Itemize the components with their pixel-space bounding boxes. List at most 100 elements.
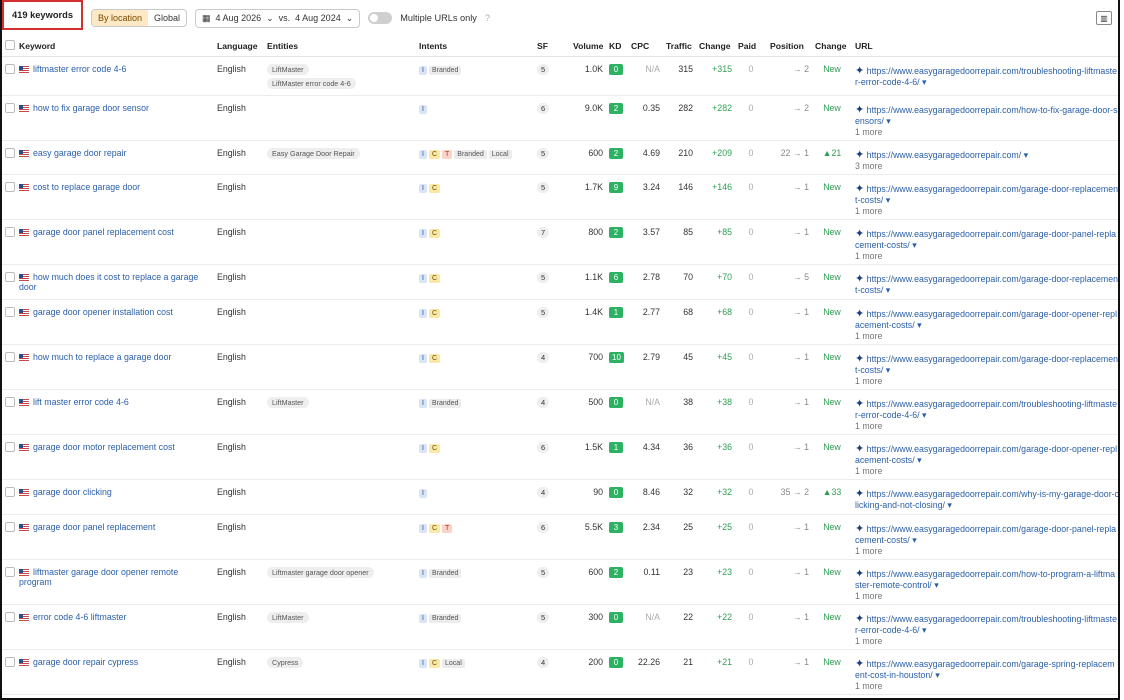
table-row[interactable]: garage door repair cypress English Cypre… bbox=[2, 649, 1118, 695]
row-checkbox[interactable] bbox=[5, 442, 15, 452]
url-link[interactable]: https://www.easygaragedoorrepair.com/gar… bbox=[855, 229, 1116, 250]
more-link[interactable]: 1 more bbox=[855, 251, 1118, 261]
more-link[interactable]: 1 more bbox=[855, 127, 1118, 137]
keyword-link[interactable]: garage door motor replacement cost bbox=[33, 442, 175, 452]
more-link[interactable]: 1 more bbox=[855, 421, 1118, 431]
more-link[interactable]: 1 more bbox=[855, 681, 1118, 691]
row-checkbox[interactable] bbox=[5, 567, 15, 577]
table-row[interactable]: error code 4-6 liftmaster English LiftMa… bbox=[2, 604, 1118, 650]
row-checkbox[interactable] bbox=[5, 272, 15, 282]
url-link[interactable]: https://www.easygaragedoorrepair.com/gar… bbox=[855, 184, 1118, 205]
by-location-button[interactable]: By location bbox=[91, 10, 149, 26]
keyword-link[interactable]: how much does it cost to replace a garag… bbox=[19, 272, 198, 292]
multiple-urls-toggle[interactable] bbox=[368, 12, 393, 24]
keyword-link[interactable]: garage door opener installation cost bbox=[33, 307, 173, 317]
entities: LiftMaster bbox=[264, 389, 416, 435]
more-link[interactable]: 1 more bbox=[855, 376, 1118, 386]
col-cpc[interactable]: CPC bbox=[628, 36, 663, 57]
col-traffic[interactable]: Traffic bbox=[663, 36, 696, 57]
url-link[interactable]: https://www.easygaragedoorrepair.com/gar… bbox=[855, 524, 1116, 545]
keyword-link[interactable]: lift master error code 4-6 bbox=[33, 397, 129, 407]
url-link[interactable]: https://www.easygaragedoorrepair.com/tro… bbox=[855, 399, 1117, 420]
more-link[interactable]: 3 more bbox=[855, 161, 1118, 171]
url-link[interactable]: https://www.easygaragedoorrepair.com/how… bbox=[855, 105, 1118, 126]
more-link[interactable]: 1 more bbox=[855, 206, 1118, 216]
sf-count: 5 bbox=[537, 612, 550, 623]
date-range-picker[interactable]: ▦ 4 Aug 2026 ⌄ vs. 4 Aug 2024 ⌄ bbox=[195, 8, 361, 28]
table-row[interactable]: how much to replace a garage door Englis… bbox=[2, 344, 1118, 390]
row-checkbox[interactable] bbox=[5, 182, 15, 192]
col-language[interactable]: Language bbox=[214, 36, 264, 57]
select-all-checkbox[interactable] bbox=[5, 40, 15, 50]
table-row[interactable]: how much does it cost to replace a garag… bbox=[2, 264, 1118, 300]
table-row[interactable]: garage door panel replacement cost Engli… bbox=[2, 219, 1118, 265]
intents: I C T Branded Local bbox=[416, 140, 534, 175]
global-button[interactable]: Global bbox=[148, 10, 186, 26]
columns-icon[interactable]: ▥ bbox=[1096, 11, 1112, 25]
table-row[interactable]: how to fix garage door sensor English I … bbox=[2, 95, 1118, 141]
url-link[interactable]: https://www.easygaragedoorrepair.com/gar… bbox=[855, 309, 1117, 330]
col-entities[interactable]: Entities bbox=[264, 36, 416, 57]
more-link[interactable]: 1 more bbox=[855, 591, 1118, 601]
table-row[interactable]: lift master error code 4-6 English LiftM… bbox=[2, 389, 1118, 435]
row-checkbox[interactable] bbox=[5, 657, 15, 667]
col-change[interactable]: Change bbox=[696, 36, 735, 57]
col-url[interactable]: URL bbox=[852, 36, 1118, 57]
keyword-link[interactable]: error code 4-6 liftmaster bbox=[33, 612, 126, 622]
row-checkbox[interactable] bbox=[5, 103, 15, 113]
col-kd[interactable]: KD bbox=[606, 36, 628, 57]
table-row[interactable]: garage door clicking English I 4 90 0 8.… bbox=[2, 479, 1118, 515]
url-link[interactable]: https://www.easygaragedoorrepair.com/gar… bbox=[855, 444, 1117, 465]
row-checkbox[interactable] bbox=[5, 148, 15, 158]
location-segment[interactable]: By location Global bbox=[90, 9, 188, 27]
table-row[interactable]: cost to replace garage door English IC 5… bbox=[2, 174, 1118, 220]
table-row[interactable]: garage door motor replacement cost Engli… bbox=[2, 434, 1118, 480]
url-link[interactable]: https://www.easygaragedoorrepair.com/tro… bbox=[855, 614, 1117, 635]
keyword-link[interactable]: how to fix garage door sensor bbox=[33, 103, 149, 113]
keyword-count[interactable]: 419 keywords bbox=[2, 0, 83, 30]
table-row[interactable]: easy garage door repair English Easy Gar… bbox=[2, 140, 1118, 175]
url-link[interactable]: https://www.easygaragedoorrepair.com/tro… bbox=[855, 66, 1117, 87]
keyword-link[interactable]: liftmaster error code 4-6 bbox=[33, 64, 126, 74]
keyword-link[interactable]: garage door panel replacement cost bbox=[33, 227, 174, 237]
url-link[interactable]: https://www.easygaragedoorrepair.com/gar… bbox=[855, 274, 1118, 295]
url-link[interactable]: https://www.easygaragedoorrepair.com/ ▾ bbox=[867, 150, 1028, 160]
table-row[interactable]: garage door panel replacement English IC… bbox=[2, 514, 1118, 560]
row-checkbox[interactable] bbox=[5, 227, 15, 237]
url-link[interactable]: https://www.easygaragedoorrepair.com/why… bbox=[855, 489, 1118, 510]
col-position[interactable]: Position bbox=[767, 36, 812, 57]
position-change: ▲33 bbox=[812, 479, 852, 515]
keyword-link[interactable]: garage door panel replacement bbox=[33, 522, 155, 532]
row-checkbox[interactable] bbox=[5, 397, 15, 407]
url-link[interactable]: https://www.easygaragedoorrepair.com/how… bbox=[855, 569, 1115, 590]
row-checkbox[interactable] bbox=[5, 487, 15, 497]
col-sf[interactable]: SF bbox=[534, 36, 570, 57]
intents: IC bbox=[416, 434, 534, 480]
col-intents[interactable]: Intents bbox=[416, 36, 534, 57]
table-row[interactable]: garage door opener installation cost Eng… bbox=[2, 299, 1118, 345]
more-link[interactable]: 1 more bbox=[855, 331, 1118, 341]
keyword-link[interactable]: garage door clicking bbox=[33, 487, 112, 497]
more-link[interactable]: 1 more bbox=[855, 466, 1118, 476]
row-checkbox[interactable] bbox=[5, 612, 15, 622]
keyword-link[interactable]: liftmaster garage door opener remote pro… bbox=[19, 567, 178, 587]
more-link[interactable]: 1 more bbox=[855, 546, 1118, 556]
table-row[interactable]: liftmaster error code 4-6 English LiftMa… bbox=[2, 56, 1118, 96]
row-checkbox[interactable] bbox=[5, 64, 15, 74]
keyword-link[interactable]: easy garage door repair bbox=[33, 148, 126, 158]
keyword-link[interactable]: how much to replace a garage door bbox=[33, 352, 171, 362]
volume: 1.1K bbox=[570, 264, 606, 300]
keyword-link[interactable]: cost to replace garage door bbox=[33, 182, 140, 192]
url-link[interactable]: https://www.easygaragedoorrepair.com/gar… bbox=[855, 354, 1118, 375]
row-checkbox[interactable] bbox=[5, 307, 15, 317]
col-keyword[interactable]: Keyword bbox=[16, 36, 214, 57]
col-position-change[interactable]: Change bbox=[812, 36, 852, 57]
row-checkbox[interactable] bbox=[5, 522, 15, 532]
keyword-link[interactable]: garage door repair cypress bbox=[33, 657, 138, 667]
col-volume[interactable]: Volume bbox=[570, 36, 606, 57]
col-paid[interactable]: Paid bbox=[735, 36, 767, 57]
url-link[interactable]: https://www.easygaragedoorrepair.com/gar… bbox=[855, 659, 1115, 680]
row-checkbox[interactable] bbox=[5, 352, 15, 362]
table-row[interactable]: liftmaster garage door opener remote pro… bbox=[2, 559, 1118, 605]
more-link[interactable]: 1 more bbox=[855, 636, 1118, 646]
